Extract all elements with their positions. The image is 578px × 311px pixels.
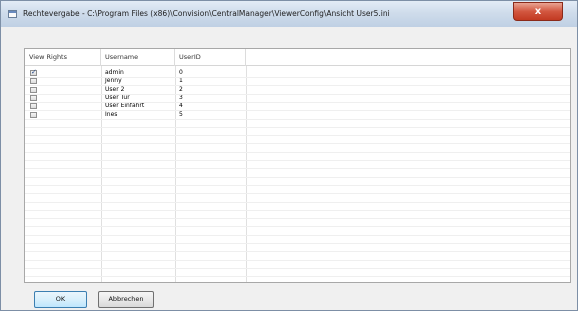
dialog-window: Rechtevergabe - C:\Program Files (x86)\C… <box>0 0 578 311</box>
row-gridline <box>25 193 570 195</box>
cancel-button[interactable]: Abbrechen <box>98 291 154 308</box>
username-cell: User Tür <box>105 93 130 101</box>
column-header-view-rights[interactable]: View Rights <box>25 49 101 66</box>
row-gridline <box>25 259 570 261</box>
row-gridline <box>25 201 570 203</box>
view-rights-checkbox[interactable] <box>30 103 37 110</box>
view-rights-checkbox[interactable] <box>30 68 37 76</box>
table-row[interactable]: admin 0 <box>25 68 570 77</box>
table-row[interactable]: Ines 5 <box>25 111 570 119</box>
close-button[interactable]: x <box>513 2 563 21</box>
row-gridline <box>25 126 570 128</box>
table-row[interactable]: Jenny 1 <box>25 77 570 85</box>
view-rights-checkbox[interactable] <box>30 111 37 118</box>
table-row[interactable]: User 2 2 <box>25 86 570 94</box>
row-gridline <box>25 168 570 170</box>
view-rights-checkbox[interactable] <box>30 78 37 85</box>
table-row[interactable]: User Einfahrt 4 <box>25 102 570 110</box>
username-cell: User 2 <box>105 85 125 93</box>
row-gridline <box>25 284 570 286</box>
column-header-empty <box>246 49 570 66</box>
column-header-username[interactable]: Username <box>101 49 175 66</box>
userid-cell: 5 <box>179 110 183 118</box>
row-gridline <box>25 93 570 95</box>
userid-cell: 1 <box>179 77 183 85</box>
view-rights-checkbox[interactable] <box>30 86 37 93</box>
rights-table: View Rights Username UserID admin 0 Jenny 1… <box>24 48 571 286</box>
row-gridline <box>25 176 570 178</box>
window-title: Rechtevergabe - C:\Program Files (x86)\C… <box>23 9 390 18</box>
row-gridline <box>25 160 570 161</box>
row-gridline <box>25 77 570 78</box>
title-bar[interactable]: Rechtevergabe - C:\Program Files (x86)\C… <box>1 1 577 27</box>
row-gridline <box>25 226 570 228</box>
row-gridline <box>25 135 570 137</box>
row-gridline <box>25 267 570 269</box>
table-header: View Rights Username UserID <box>25 49 570 66</box>
row-gridline <box>25 234 570 236</box>
userid-cell: 2 <box>179 85 183 93</box>
row-gridline <box>25 151 570 153</box>
row-gridline <box>25 118 570 120</box>
table-row[interactable]: User Tür 3 <box>25 94 570 102</box>
row-gridline <box>25 101 570 103</box>
column-header-userid[interactable]: UserID <box>175 49 246 66</box>
window-icon <box>8 10 17 18</box>
row-gridline <box>25 251 570 253</box>
ok-button[interactable]: OK <box>34 291 87 308</box>
username-cell: Ines <box>105 110 118 118</box>
row-gridline <box>25 110 570 112</box>
view-rights-checkbox[interactable] <box>30 94 37 101</box>
userid-cell: 3 <box>179 93 183 101</box>
row-gridline <box>25 143 570 145</box>
userid-cell: 4 <box>179 102 183 110</box>
row-gridline <box>25 243 570 244</box>
username-cell: admin <box>105 69 124 76</box>
userid-cell: 0 <box>179 69 183 76</box>
row-gridline <box>25 184 570 186</box>
username-cell: Jenny <box>105 77 122 85</box>
row-gridline <box>25 85 570 87</box>
row-gridline <box>25 209 570 211</box>
row-gridline <box>25 276 570 278</box>
row-gridline <box>25 218 570 220</box>
username-cell: User Einfahrt <box>105 102 145 110</box>
